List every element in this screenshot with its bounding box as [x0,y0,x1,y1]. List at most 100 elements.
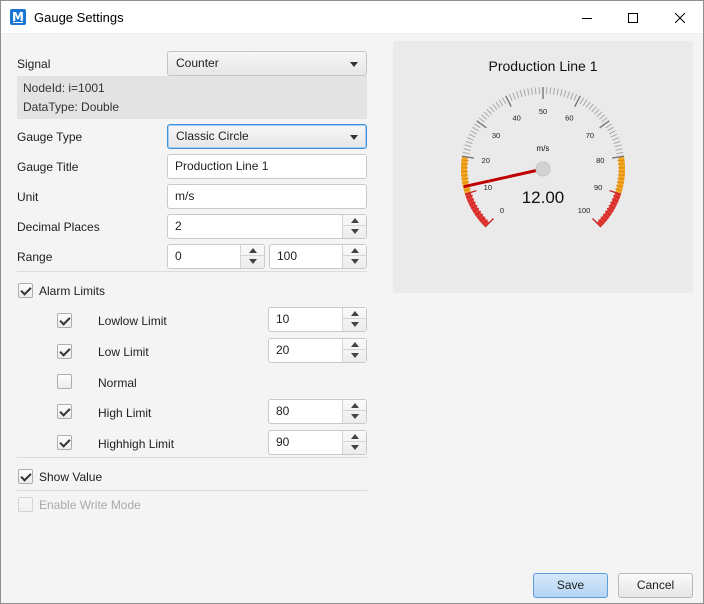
minor-tick [530,87,533,95]
cancel-button[interactable]: Cancel [618,573,693,598]
minor-tick [515,91,520,99]
maximize-button[interactable] [610,1,656,33]
range-max-value: 100 [277,249,298,263]
minor-tick [573,94,578,101]
chevron-down-icon [350,135,358,140]
highhigh-limit-spinner[interactable]: 90 [268,430,367,455]
minor-tick [464,144,472,148]
data-type-text: DataType: Double [23,100,120,114]
minor-tick [560,89,563,97]
show-value-checkbox[interactable] [18,469,33,484]
close-button[interactable] [657,1,703,33]
minor-tick [613,140,621,145]
gauge-preview-panel: Production Line 1 0 10 20 30 40 50 60 70 80 90 100… [393,41,693,293]
minimize-button[interactable] [564,1,610,33]
gauge-tick-label: 30 [492,131,500,140]
high-limit-label: High Limit [98,406,152,420]
gauge-type-select[interactable]: Classic Circle [167,124,367,149]
minor-tick [508,94,513,101]
decrement-button[interactable] [241,256,264,267]
minor-tick [563,90,567,98]
decrement-button[interactable] [343,256,366,267]
signal-info-box: NodeId: i=1001 DataType: Double [17,76,367,119]
lowlow-limit-spinner[interactable]: 10 [268,307,367,332]
m-logo-icon: M [10,9,26,25]
normal-checkbox[interactable] [57,374,72,389]
unit-label: Unit [17,190,39,204]
minor-tick [601,117,608,123]
gauge-preview: Production Line 1 0 10 20 30 40 50 60 70 80 90 100… [461,58,625,228]
enable-write-mode-checkbox[interactable] [18,497,33,512]
gauge-type-value: Classic Circle [176,129,249,143]
minor-tick [593,108,600,115]
low-limit-value: 20 [276,343,290,357]
gauge-tick-label: 90 [594,183,602,192]
alarm-limits-checkbox[interactable] [18,283,33,298]
minor-tick [468,133,476,138]
increment-button[interactable] [343,245,366,256]
gauge-unit: m/s [537,144,550,153]
minor-tick [462,151,470,155]
minor-tick [614,144,622,148]
decimal-places-spinner[interactable]: 2 [167,214,367,239]
minor-tick [463,148,471,151]
decimal-places-label: Decimal Places [17,220,100,234]
minor-tick [467,137,474,141]
minor-tick [470,130,477,135]
low-limit-checkbox[interactable] [57,344,72,359]
minor-tick [591,106,597,113]
decrement-button[interactable] [343,226,366,237]
gauge-tick-label: 60 [565,113,573,122]
decrement-button[interactable] [343,442,366,453]
minor-tick [616,151,624,155]
low-limit-label: Low Limit [98,345,149,359]
increment-button[interactable] [343,431,366,442]
lowlow-limit-checkbox[interactable] [57,313,72,328]
gauge-needle-hub [535,161,551,177]
separator [17,271,367,272]
high-limit-checkbox[interactable] [57,404,72,419]
decrement-button[interactable] [343,319,366,330]
minor-tick [489,106,495,113]
range-min-spinner[interactable]: 0 [167,244,265,269]
gauge-title-input[interactable]: Production Line 1 [167,154,367,179]
increment-button[interactable] [343,400,366,411]
minor-tick [495,101,501,108]
gauge-value: 12.00 [522,188,565,207]
minor-tick [570,92,574,100]
increment-button[interactable] [343,215,366,226]
high-limit-value: 80 [276,404,290,418]
decrement-button[interactable] [343,411,366,422]
minor-tick [598,114,605,120]
minor-tick [501,97,507,105]
minor-tick [585,101,591,108]
show-value-label: Show Value [39,470,103,484]
minor-tick [588,103,594,111]
range-max-spinner[interactable]: 100 [269,244,367,269]
save-button[interactable]: Save [533,573,608,598]
maximize-icon [628,12,638,23]
gauge-tick-label: 80 [596,156,604,165]
low-limit-spinner[interactable]: 20 [268,338,367,363]
gauge-tick-label: 100 [578,206,591,215]
minor-tick [474,123,481,129]
highhigh-limit-checkbox[interactable] [57,435,72,450]
increment-button[interactable] [343,308,366,319]
minor-tick [523,89,526,97]
alarm-limits-label: Alarm Limits [39,284,106,298]
unit-input[interactable]: m/s [167,184,367,209]
signal-select[interactable]: Counter [167,51,367,76]
signal-label: Signal [17,57,51,71]
increment-button[interactable] [343,339,366,350]
increment-button[interactable] [241,245,264,256]
minor-tick [579,97,585,105]
gauge-tick-label: 50 [539,107,547,116]
high-limit-spinner[interactable]: 80 [268,399,367,424]
separator [17,457,367,458]
lowlow-limit-label: Lowlow Limit [98,314,167,328]
minor-tick [472,126,479,132]
minor-tick [519,90,523,98]
minor-tick [610,133,618,138]
minor-tick [483,111,490,118]
decrement-button[interactable] [343,350,366,361]
